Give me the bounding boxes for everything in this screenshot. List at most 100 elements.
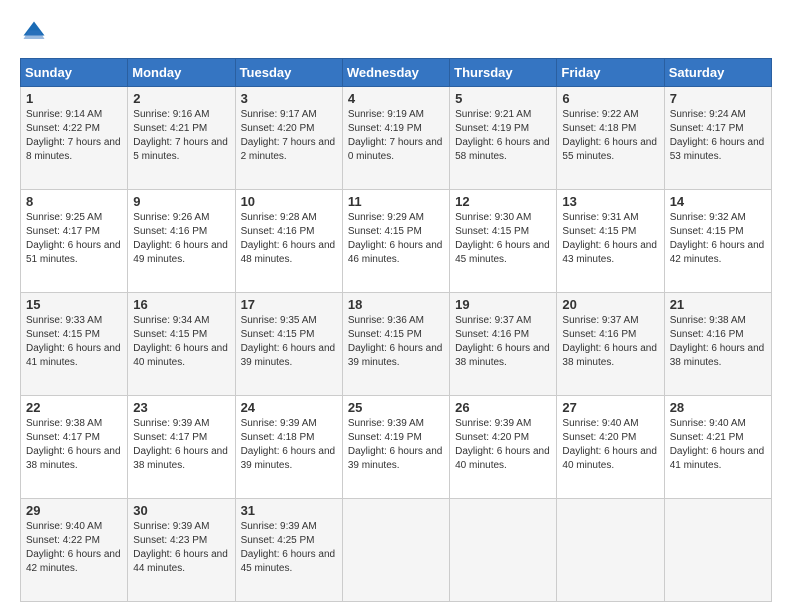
cell-info: Sunrise: 9:38 AMSunset: 4:17 PMDaylight:… <box>26 418 121 471</box>
cell-info: Sunrise: 9:30 AMSunset: 4:15 PMDaylight:… <box>455 212 550 265</box>
cell-info: Sunrise: 9:34 AMSunset: 4:15 PMDaylight:… <box>133 315 228 368</box>
calendar-cell: 30 Sunrise: 9:39 AMSunset: 4:23 PMDayligh… <box>128 499 235 602</box>
cell-info: Sunrise: 9:19 AMSunset: 4:19 PMDaylight:… <box>348 109 443 162</box>
calendar-cell: 25 Sunrise: 9:39 AMSunset: 4:19 PMDayligh… <box>342 396 449 499</box>
calendar-cell: 26 Sunrise: 9:39 AMSunset: 4:20 PMDayligh… <box>450 396 557 499</box>
cell-info: Sunrise: 9:24 AMSunset: 4:17 PMDaylight:… <box>670 109 765 162</box>
cell-info: Sunrise: 9:35 AMSunset: 4:15 PMDaylight:… <box>241 315 336 368</box>
day-header-wednesday: Wednesday <box>342 59 449 87</box>
page: SundayMondayTuesdayWednesdayThursdayFrid… <box>0 0 792 612</box>
calendar-week-3: 15 Sunrise: 9:33 AMSunset: 4:15 PMDayligh… <box>21 293 772 396</box>
day-number: 25 <box>348 400 444 415</box>
calendar-cell: 23 Sunrise: 9:39 AMSunset: 4:17 PMDayligh… <box>128 396 235 499</box>
day-number: 8 <box>26 194 122 209</box>
cell-info: Sunrise: 9:37 AMSunset: 4:16 PMDaylight:… <box>562 315 657 368</box>
day-number: 20 <box>562 297 658 312</box>
day-header-thursday: Thursday <box>450 59 557 87</box>
calendar-cell: 12 Sunrise: 9:30 AMSunset: 4:15 PMDayligh… <box>450 190 557 293</box>
day-number: 30 <box>133 503 229 518</box>
cell-info: Sunrise: 9:39 AMSunset: 4:17 PMDaylight:… <box>133 418 228 471</box>
logo <box>20 18 52 46</box>
calendar-cell: 17 Sunrise: 9:35 AMSunset: 4:15 PMDayligh… <box>235 293 342 396</box>
calendar-week-1: 1Sunrise: 9:14 AMSunset: 4:22 PMDaylight… <box>21 87 772 190</box>
cell-info: Sunrise: 9:21 AMSunset: 4:19 PMDaylight:… <box>455 109 550 162</box>
cell-info: Sunrise: 9:39 AMSunset: 4:18 PMDaylight:… <box>241 418 336 471</box>
day-number: 6 <box>562 91 658 106</box>
cell-info: Sunrise: 9:37 AMSunset: 4:16 PMDaylight:… <box>455 315 550 368</box>
day-number: 24 <box>241 400 337 415</box>
cell-info: Sunrise: 9:39 AMSunset: 4:19 PMDaylight:… <box>348 418 443 471</box>
calendar-header-row: SundayMondayTuesdayWednesdayThursdayFrid… <box>21 59 772 87</box>
day-number: 31 <box>241 503 337 518</box>
cell-info: Sunrise: 9:26 AMSunset: 4:16 PMDaylight:… <box>133 212 228 265</box>
calendar-table: SundayMondayTuesdayWednesdayThursdayFrid… <box>20 58 772 602</box>
day-number: 18 <box>348 297 444 312</box>
calendar-week-2: 8 Sunrise: 9:25 AMSunset: 4:17 PMDaylight… <box>21 190 772 293</box>
calendar-cell: 7 Sunrise: 9:24 AMSunset: 4:17 PMDaylight… <box>664 87 771 190</box>
day-number: 29 <box>26 503 122 518</box>
calendar-cell: 13 Sunrise: 9:31 AMSunset: 4:15 PMDayligh… <box>557 190 664 293</box>
cell-info: Sunrise: 9:40 AMSunset: 4:21 PMDaylight:… <box>670 418 765 471</box>
day-header-sunday: Sunday <box>21 59 128 87</box>
day-number: 16 <box>133 297 229 312</box>
calendar-cell: 31 Sunrise: 9:39 AMSunset: 4:25 PMDayligh… <box>235 499 342 602</box>
day-header-monday: Monday <box>128 59 235 87</box>
calendar-cell: 3Sunrise: 9:17 AMSunset: 4:20 PMDaylight… <box>235 87 342 190</box>
cell-info: Sunrise: 9:32 AMSunset: 4:15 PMDaylight:… <box>670 212 765 265</box>
calendar-cell: 15 Sunrise: 9:33 AMSunset: 4:15 PMDayligh… <box>21 293 128 396</box>
day-number: 22 <box>26 400 122 415</box>
day-number: 27 <box>562 400 658 415</box>
cell-info: Sunrise: 9:28 AMSunset: 4:16 PMDaylight:… <box>241 212 336 265</box>
cell-info: Sunrise: 9:39 AMSunset: 4:25 PMDaylight:… <box>241 521 336 574</box>
calendar-cell: 16 Sunrise: 9:34 AMSunset: 4:15 PMDayligh… <box>128 293 235 396</box>
header <box>20 18 772 46</box>
calendar-cell: 2Sunrise: 9:16 AMSunset: 4:21 PMDaylight… <box>128 87 235 190</box>
cell-info: Sunrise: 9:31 AMSunset: 4:15 PMDaylight:… <box>562 212 657 265</box>
calendar-cell: 14 Sunrise: 9:32 AMSunset: 4:15 PMDayligh… <box>664 190 771 293</box>
cell-info: Sunrise: 9:29 AMSunset: 4:15 PMDaylight:… <box>348 212 443 265</box>
calendar-cell: 4 Sunrise: 9:19 AMSunset: 4:19 PMDaylight… <box>342 87 449 190</box>
calendar-cell: 27 Sunrise: 9:40 AMSunset: 4:20 PMDayligh… <box>557 396 664 499</box>
calendar-cell: 10 Sunrise: 9:28 AMSunset: 4:16 PMDayligh… <box>235 190 342 293</box>
day-number: 3 <box>241 91 337 106</box>
calendar-cell: 24 Sunrise: 9:39 AMSunset: 4:18 PMDayligh… <box>235 396 342 499</box>
day-number: 7 <box>670 91 766 106</box>
day-number: 19 <box>455 297 551 312</box>
day-header-tuesday: Tuesday <box>235 59 342 87</box>
day-number: 1 <box>26 91 122 106</box>
calendar-week-5: 29Sunrise: 9:40 AMSunset: 4:22 PMDayligh… <box>21 499 772 602</box>
calendar-cell: 8 Sunrise: 9:25 AMSunset: 4:17 PMDaylight… <box>21 190 128 293</box>
day-number: 23 <box>133 400 229 415</box>
calendar-cell: 22 Sunrise: 9:38 AMSunset: 4:17 PMDayligh… <box>21 396 128 499</box>
day-number: 11 <box>348 194 444 209</box>
cell-info: Sunrise: 9:39 AMSunset: 4:20 PMDaylight:… <box>455 418 550 471</box>
day-number: 4 <box>348 91 444 106</box>
cell-info: Sunrise: 9:16 AMSunset: 4:21 PMDaylight:… <box>133 109 228 162</box>
day-number: 13 <box>562 194 658 209</box>
calendar-cell: 19 Sunrise: 9:37 AMSunset: 4:16 PMDayligh… <box>450 293 557 396</box>
day-number: 9 <box>133 194 229 209</box>
calendar-cell <box>557 499 664 602</box>
day-number: 17 <box>241 297 337 312</box>
day-number: 10 <box>241 194 337 209</box>
day-number: 21 <box>670 297 766 312</box>
day-number: 14 <box>670 194 766 209</box>
cell-info: Sunrise: 9:40 AMSunset: 4:20 PMDaylight:… <box>562 418 657 471</box>
logo-icon <box>20 18 48 46</box>
cell-info: Sunrise: 9:38 AMSunset: 4:16 PMDaylight:… <box>670 315 765 368</box>
calendar-cell <box>342 499 449 602</box>
day-number: 26 <box>455 400 551 415</box>
cell-info: Sunrise: 9:39 AMSunset: 4:23 PMDaylight:… <box>133 521 228 574</box>
day-number: 28 <box>670 400 766 415</box>
calendar-cell: 9 Sunrise: 9:26 AMSunset: 4:16 PMDaylight… <box>128 190 235 293</box>
calendar-cell: 29Sunrise: 9:40 AMSunset: 4:22 PMDayligh… <box>21 499 128 602</box>
day-number: 12 <box>455 194 551 209</box>
calendar-cell: 1Sunrise: 9:14 AMSunset: 4:22 PMDaylight… <box>21 87 128 190</box>
cell-info: Sunrise: 9:33 AMSunset: 4:15 PMDaylight:… <box>26 315 121 368</box>
day-header-friday: Friday <box>557 59 664 87</box>
day-header-saturday: Saturday <box>664 59 771 87</box>
cell-info: Sunrise: 9:22 AMSunset: 4:18 PMDaylight:… <box>562 109 657 162</box>
cell-info: Sunrise: 9:25 AMSunset: 4:17 PMDaylight:… <box>26 212 121 265</box>
calendar-cell: 6 Sunrise: 9:22 AMSunset: 4:18 PMDaylight… <box>557 87 664 190</box>
day-number: 15 <box>26 297 122 312</box>
